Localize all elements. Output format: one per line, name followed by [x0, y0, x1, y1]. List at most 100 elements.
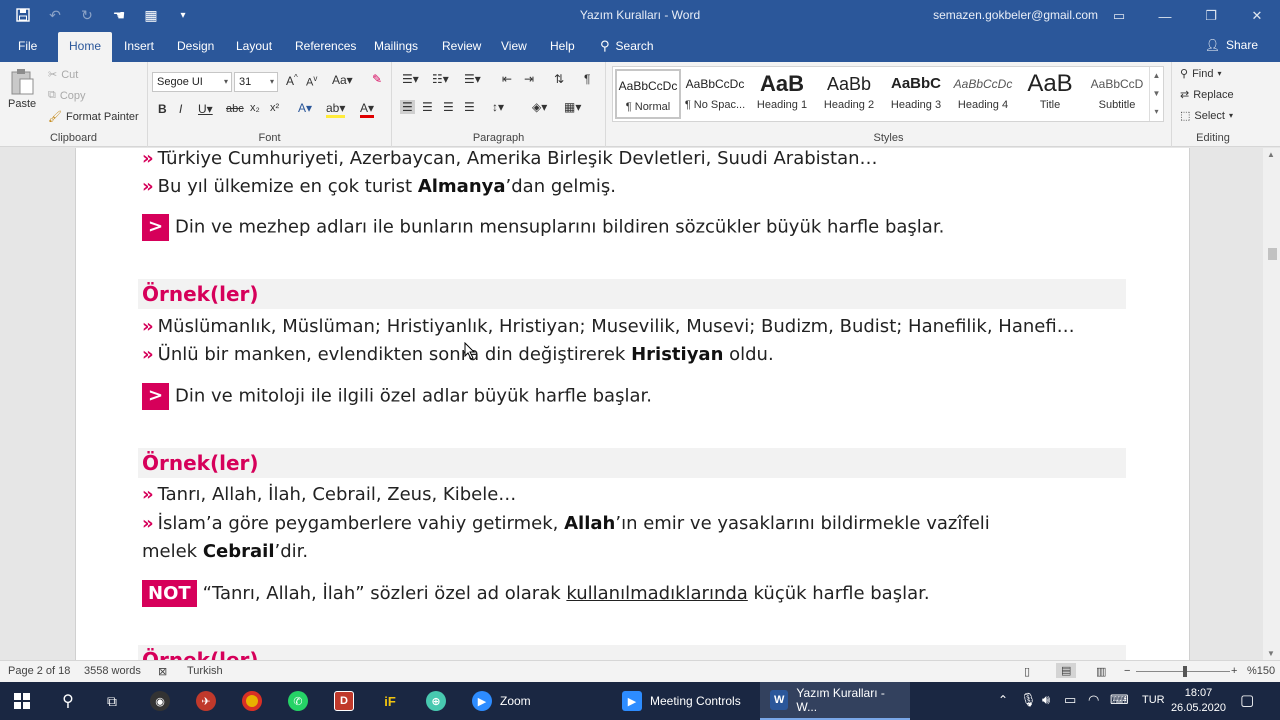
tab-view[interactable]: View — [501, 32, 527, 62]
account-email[interactable]: semazen.gokbeler@gmail.com — [933, 8, 1098, 22]
microphone-icon[interactable]: 🎙︎ — [1020, 692, 1037, 708]
start-button[interactable] — [0, 682, 44, 720]
app-icon-d[interactable]: D — [322, 682, 366, 720]
replace-button[interactable]: ⇄ Replace — [1180, 88, 1234, 102]
decrease-indent-icon[interactable]: ⇤ — [502, 72, 512, 86]
style-title[interactable]: AaB Title — [1017, 69, 1083, 119]
taskbar-word[interactable]: W Yazım Kuralları - W... — [760, 682, 910, 720]
scroll-down-icon[interactable]: ▼ — [1267, 649, 1275, 658]
notifications-icon[interactable]: ▢ — [1240, 691, 1254, 709]
scroll-up-icon[interactable]: ▲ — [1267, 150, 1275, 159]
share-label: Share — [1225, 38, 1258, 52]
zoom-slider-thumb[interactable] — [1183, 666, 1187, 677]
show-formatting-icon[interactable]: ¶ — [584, 72, 590, 86]
input-language[interactable]: TUR — [1142, 694, 1165, 706]
tab-design[interactable]: Design — [177, 32, 214, 62]
style-heading-3[interactable]: AaBbC Heading 3 — [883, 69, 949, 119]
sort-icon[interactable]: ⇅ — [554, 72, 564, 86]
superscript-icon[interactable]: x² — [270, 102, 279, 114]
taskbar-meeting-controls[interactable]: ▶ Meeting Controls — [612, 682, 751, 720]
style-no-spacing[interactable]: AaBbCcDc ¶ No Spac... — [682, 69, 748, 119]
font-name-box[interactable]: Segoe UI ▾ — [152, 72, 232, 92]
keyboard-icon[interactable]: ⌨ — [1110, 692, 1129, 708]
clock[interactable]: 18:07 26.05.2020 — [1171, 686, 1226, 716]
bold-icon[interactable]: B — [158, 102, 167, 116]
tab-review[interactable]: Review — [442, 32, 481, 62]
bullets-icon[interactable]: ☰▾ — [402, 72, 419, 86]
align-right-icon[interactable]: ☰ — [443, 100, 454, 114]
italic-icon[interactable]: I — [179, 102, 182, 116]
paste-button[interactable]: Paste — [8, 68, 36, 110]
style-heading-1[interactable]: AaB Heading 1 — [749, 69, 815, 119]
tab-help[interactable]: Help — [550, 32, 575, 62]
cut-button[interactable]: ✂ Cut — [48, 68, 78, 82]
numbering-icon[interactable]: ☷▾ — [432, 72, 449, 86]
underline-icon[interactable]: U▾ — [198, 102, 213, 116]
chrome-icon[interactable] — [230, 682, 274, 720]
zoom-out-icon[interactable]: − — [1124, 665, 1130, 677]
scroll-thumb[interactable] — [1268, 248, 1277, 260]
zoom-level[interactable]: %150 — [1247, 665, 1275, 677]
whatsapp-icon[interactable]: ✆ — [276, 682, 320, 720]
minimize-button[interactable]: — — [1142, 0, 1188, 32]
font-size-box[interactable]: 31 ▾ — [234, 72, 278, 92]
search-taskbar-icon[interactable]: ⚲ — [46, 682, 90, 720]
word-count[interactable]: 3558 words — [84, 665, 141, 677]
select-button[interactable]: ⬚ Select ▾ — [1180, 109, 1233, 123]
tab-home[interactable]: Home — [58, 32, 112, 62]
language-status[interactable]: Turkish — [187, 665, 223, 677]
maximize-button[interactable]: ❐ — [1188, 0, 1234, 32]
print-layout-icon[interactable]: ▤ — [1056, 663, 1077, 678]
format-painter-button[interactable]: 🖌︎ Format Painter — [48, 110, 139, 124]
text-effects-icon[interactable]: A▾ — [298, 101, 312, 115]
shrink-font-icon[interactable]: Av — [306, 74, 317, 89]
increase-indent-icon[interactable]: ⇥ — [524, 72, 534, 86]
change-case-icon[interactable]: Aa▾ — [332, 73, 353, 87]
find-button[interactable]: ⚲ Find ▾ — [1180, 67, 1221, 81]
close-button[interactable]: ✕ — [1234, 0, 1280, 32]
web-layout-icon[interactable]: ▥ — [1096, 665, 1106, 678]
wifi-icon[interactable]: ◠ — [1088, 692, 1099, 708]
zoom-in-icon[interactable]: + — [1231, 665, 1237, 677]
font-color-icon[interactable]: A▾ — [360, 101, 375, 118]
clear-formatting-icon[interactable]: ✎ — [372, 72, 382, 86]
tab-file[interactable]: File — [18, 32, 37, 62]
tab-layout[interactable]: Layout — [236, 32, 272, 62]
tab-mailings[interactable]: Mailings — [374, 32, 418, 62]
subscript-icon[interactable]: x₂ — [250, 102, 260, 114]
taskbar-zoom[interactable]: ▶ Zoom — [462, 682, 541, 720]
page-count[interactable]: Page 2 of 18 — [8, 665, 70, 677]
app-icon-globe[interactable]: ⊕ — [414, 682, 458, 720]
read-mode-icon[interactable]: ▯ — [1024, 665, 1030, 678]
highlight-icon[interactable]: ab▾ — [326, 101, 346, 118]
style-heading-2[interactable]: AaBb Heading 2 — [816, 69, 882, 119]
align-left-icon[interactable]: ☰ — [400, 100, 415, 114]
line-spacing-icon[interactable]: ↕▾ — [492, 100, 504, 114]
battery-icon[interactable]: ▭ — [1064, 692, 1076, 708]
borders-icon[interactable]: ▦▾ — [564, 100, 581, 114]
styles-scroll[interactable]: ▲ ▼ ▾ — [1149, 67, 1163, 121]
tray-expand-icon[interactable]: ⌃ — [998, 693, 1008, 707]
tab-references[interactable]: References — [295, 32, 356, 62]
app-icon-cloud[interactable]: ✈ — [184, 682, 228, 720]
style-heading-4[interactable]: AaBbCcDc Heading 4 — [950, 69, 1016, 119]
tab-insert[interactable]: Insert — [124, 32, 154, 62]
obs-icon[interactable]: ◉ — [138, 682, 182, 720]
share-button[interactable]: 👤︎ Share — [1205, 38, 1258, 52]
vertical-scrollbar[interactable]: ▲ ▼ — [1263, 148, 1280, 660]
style-subtitle[interactable]: AaBbCcD Subtitle — [1084, 69, 1150, 119]
align-center-icon[interactable]: ☰ — [422, 100, 433, 114]
task-view-icon[interactable]: ⧉ — [90, 682, 134, 720]
tell-me-search[interactable]: ⚲ Search — [600, 32, 654, 60]
proofing-icon[interactable]: ⊠ — [158, 665, 167, 678]
ribbon-display-icon[interactable]: ▭ — [1096, 0, 1142, 32]
strikethrough-icon[interactable]: abc — [226, 103, 244, 115]
shading-icon[interactable]: ◈▾ — [532, 100, 547, 114]
justify-icon[interactable]: ☰ — [464, 100, 475, 114]
volume-icon[interactable]: 🔊︎ — [1042, 692, 1050, 708]
copy-button[interactable]: ⧉ Copy — [48, 89, 86, 102]
app-icon-if[interactable]: iF — [368, 682, 412, 720]
grow-font-icon[interactable]: A^ — [286, 73, 298, 88]
multilevel-list-icon[interactable]: ☰▾ — [464, 72, 481, 86]
style-normal[interactable]: AaBbCcDc ¶ Normal — [615, 69, 681, 119]
